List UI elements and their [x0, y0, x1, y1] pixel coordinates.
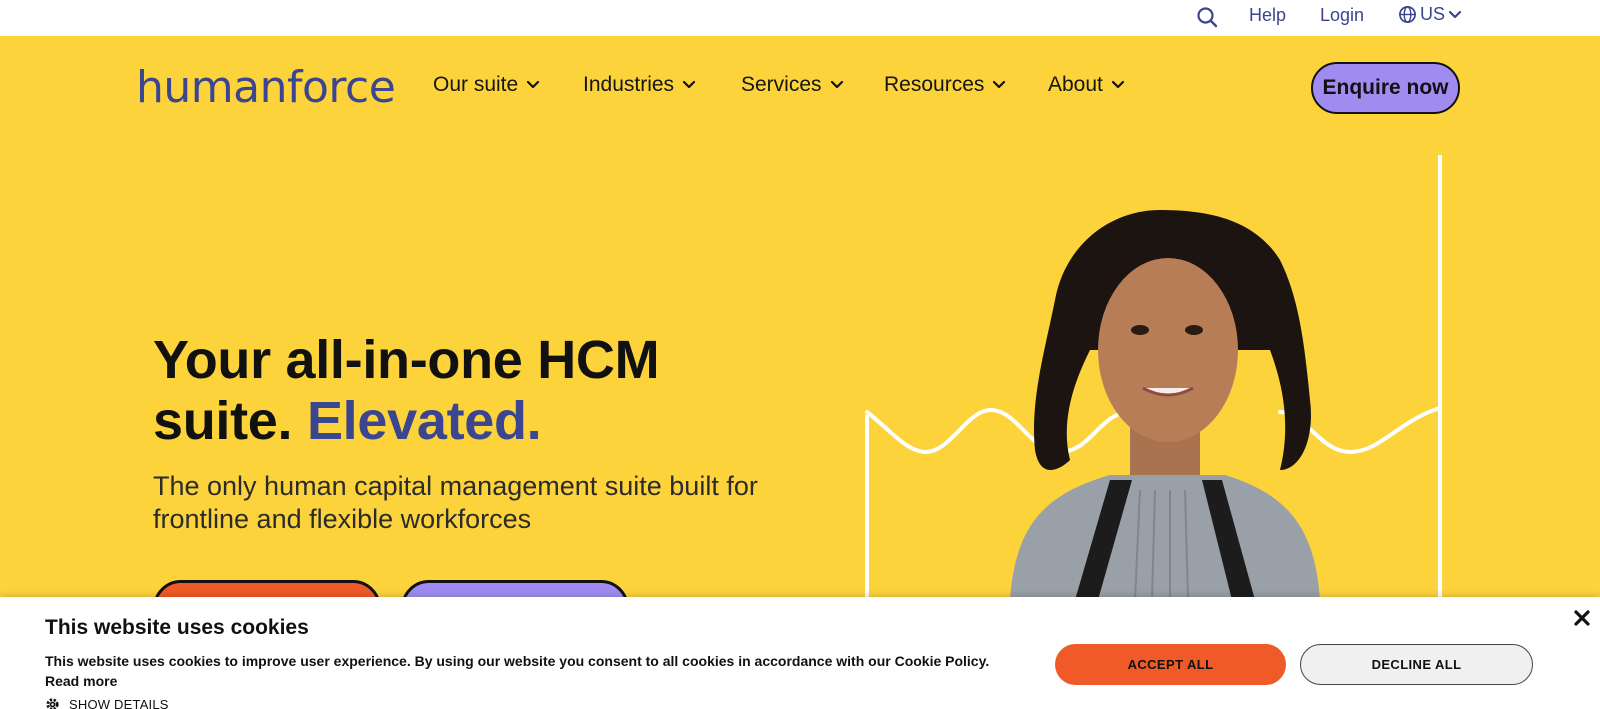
locale-label: US [1420, 4, 1446, 24]
accept-all-button[interactable]: ACCEPT ALL [1055, 644, 1286, 685]
headline-line-2: suite. Elevated. [153, 391, 659, 452]
hero-headline: Your all-in-one HCM suite. Elevated. [153, 330, 660, 452]
chevron-down-icon [682, 80, 696, 89]
help-link[interactable]: Help [1249, 5, 1286, 26]
chevron-down-icon [527, 80, 540, 89]
nav-resources[interactable]: Resources [884, 73, 1006, 97]
chevron-down-icon [993, 80, 1006, 89]
login-link[interactable]: Login [1320, 5, 1364, 26]
gear-icon [46, 698, 59, 709]
nav-label: Resources [884, 73, 985, 96]
chevron-down-icon [830, 80, 843, 89]
chevron-down-icon [1448, 10, 1462, 18]
utility-bar: Help Login US [0, 0, 1600, 36]
decline-all-button[interactable]: DECLINE ALL [1300, 644, 1533, 685]
person-photo [1010, 210, 1320, 600]
show-details-toggle[interactable]: SHOW DETAILS [45, 697, 169, 709]
cookie-banner: This website uses cookies This website u… [0, 597, 1600, 709]
hero-illustration [865, 155, 1442, 600]
headline-line-1: Your all-in-one HCM [153, 330, 660, 390]
close-icon[interactable] [1573, 609, 1591, 627]
nav-our-suite[interactable]: Our suite [433, 73, 540, 97]
locale-selector[interactable]: US [1398, 4, 1462, 25]
nav-label: About [1048, 73, 1103, 96]
nav-label: Industries [583, 73, 675, 96]
hero-subhead: The only human capital management suite … [153, 471, 758, 534]
enquire-now-button[interactable]: Enquire now [1311, 62, 1460, 114]
search-icon[interactable] [1196, 6, 1218, 28]
nav-label: Services [741, 73, 822, 96]
globe-icon [1399, 6, 1416, 23]
nav-about[interactable]: About [1048, 73, 1125, 97]
read-more-link[interactable]: Read more [45, 673, 117, 689]
show-details-label: SHOW DETAILS [69, 697, 169, 709]
headline-accent: Elevated. [306, 391, 542, 451]
cookie-title: This website uses cookies [45, 616, 309, 639]
nav-services[interactable]: Services [741, 73, 844, 97]
cookie-text: This website uses cookies to improve use… [45, 653, 990, 669]
humanforce-logo[interactable]: humanforce [136, 62, 396, 114]
nav-industries[interactable]: Industries [583, 73, 696, 97]
headline-plain: suite. [153, 391, 293, 451]
chevron-down-icon [1111, 80, 1124, 89]
nav-label: Our suite [433, 73, 519, 96]
